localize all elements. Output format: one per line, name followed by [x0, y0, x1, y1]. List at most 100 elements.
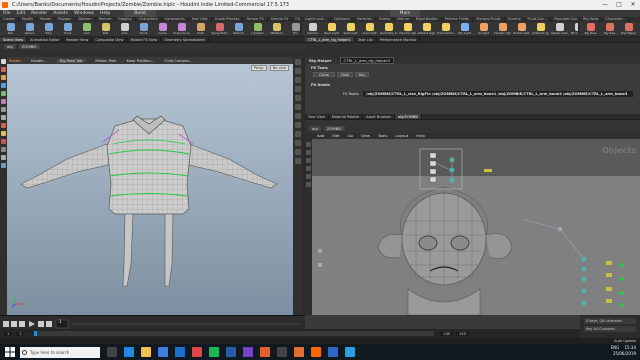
shelf-tool-l-system-button[interactable]: L-System: [249, 23, 266, 37]
vertex-display-icon[interactable]: [294, 122, 301, 128]
light-tool-icon[interactable]: [1, 131, 6, 136]
play-reverse-button[interactable]: [19, 321, 25, 327]
network-tab-1[interactable]: Material Palette: [329, 114, 364, 119]
shelf-right-tab-3[interactable]: Grains: [376, 17, 395, 22]
record-tool-icon[interactable]: [1, 139, 6, 144]
houdini-active-icon[interactable]: [311, 347, 321, 357]
shelf-left-tab-3[interactable]: Polygon: [55, 17, 76, 22]
shelf-right-tab-6[interactable]: Particle Fluids: [442, 17, 473, 22]
shelf-tool-circle-button[interactable]: Circle: [135, 23, 152, 37]
keep-position-toggle[interactable]: Keep Position...: [127, 59, 154, 63]
menu-windows[interactable]: Windows: [74, 10, 94, 17]
viewer-tab-4[interactable]: Motion FX View: [127, 37, 162, 42]
shelf-tool-volume-light-button[interactable]: Volume Light: [399, 23, 416, 37]
word-icon[interactable]: [226, 347, 236, 357]
shelf-right-tab-5[interactable]: Rigid Bodies: [413, 17, 442, 22]
shelf-right-tab-0[interactable]: Lights and...: [302, 17, 331, 22]
motion-path-toggle[interactable]: Motion Path: [95, 59, 116, 63]
shelf-tool-draw-curve-button[interactable]: Draw Curve: [173, 23, 190, 37]
key-button[interactable]: Key: [355, 72, 369, 77]
viewer-tab-1[interactable]: Animation Editor: [27, 37, 64, 42]
scene-viewport[interactable]: Persp No cam: [7, 64, 293, 315]
safe-area-icon[interactable]: [294, 140, 301, 146]
network-editor[interactable]: Objects: [312, 139, 640, 315]
net-select-icon[interactable]: [306, 142, 311, 147]
shelf-tool-rig-helper-button[interactable]: Rig Helper: [620, 23, 637, 37]
net-box-icon[interactable]: [306, 182, 311, 187]
shelf-left-tab-2[interactable]: Model: [37, 17, 55, 22]
rig-pose-tab-dropdown[interactable]: Rig Pose Tab: [56, 58, 86, 63]
shelf-tool-ambient-light-button[interactable]: Ambient Light: [532, 23, 549, 37]
shelf-tool-camera-button[interactable]: Camera: [304, 23, 321, 37]
store-icon[interactable]: [158, 347, 168, 357]
menu-help[interactable]: Help: [100, 10, 110, 17]
snap-tool-icon[interactable]: [1, 115, 6, 120]
menu-edit[interactable]: Edit: [17, 10, 26, 17]
mail-icon[interactable]: [175, 347, 185, 357]
rig-tab-0[interactable]: CTRL_L_arm_rig_helper1: [305, 37, 355, 42]
task-view-icon[interactable]: [107, 347, 117, 357]
handle-tool-icon[interactable]: [1, 91, 6, 96]
rig-tab-1[interactable]: Take List: [355, 37, 377, 42]
shelf-right-tab-2[interactable]: Particles: [354, 17, 376, 22]
media-player-icon[interactable]: [277, 347, 287, 357]
grid-icon[interactable]: [294, 131, 301, 137]
menu-assets[interactable]: Assets: [53, 10, 68, 17]
rotate-tool-icon[interactable]: [1, 75, 6, 80]
menu-file[interactable]: File: [3, 10, 11, 17]
viewer-tab-2[interactable]: Render View: [63, 37, 93, 42]
shelf-tool-spot-light-button[interactable]: Spot Light: [342, 23, 359, 37]
shelf-tool-rig-tree-button[interactable]: Rig Tree: [601, 23, 618, 37]
shelf-tool-portal-light-button[interactable]: Portal Light: [513, 23, 530, 37]
spotify-icon[interactable]: [209, 347, 219, 357]
shelf-tool-spray-paint-button[interactable]: Spray Paint: [211, 23, 228, 37]
point-display-icon[interactable]: [294, 104, 301, 110]
network-path-obj[interactable]: obj: [309, 126, 321, 131]
shelf-tool-point-light-button[interactable]: Point Light: [323, 23, 340, 37]
taskbar-search-box[interactable]: Type here to search: [20, 346, 100, 358]
wireframe-icon[interactable]: [294, 77, 301, 83]
fk-roots-field[interactable]: /obj/ZOMBIE/CTRL_L_clav_RigFin /obj/ZOMB…: [363, 91, 633, 97]
child-compensation-toggle[interactable]: Child Compen...: [164, 59, 193, 63]
chrome-icon[interactable]: [192, 347, 202, 357]
viewer-tab-5[interactable]: Geometry Spreadsheet: [161, 37, 209, 42]
shelf-tool-geometry-light-button[interactable]: Geometry Light: [380, 23, 397, 37]
snapshot-icon[interactable]: [294, 158, 301, 164]
shelf-tool-null-button[interactable]: Null: [97, 23, 114, 37]
shelf-left-tab-12[interactable]: Simple FX: [268, 17, 293, 22]
network-tab-2[interactable]: Asset Browser: [363, 114, 396, 119]
capture-tool-icon[interactable]: [1, 123, 6, 128]
net-note-icon[interactable]: [306, 174, 311, 179]
rig-tab-2[interactable]: Performance Monitor: [377, 37, 421, 42]
shelf-left-tab-7[interactable]: Characters: [136, 17, 162, 22]
shelf-left-tab-13[interactable]: Cloud FX: [292, 17, 300, 22]
visual-studio-icon[interactable]: [243, 347, 253, 357]
shaded-icon[interactable]: [294, 86, 301, 92]
viewer-tab-3[interactable]: Composite View: [92, 37, 128, 42]
shelf-left-tab-9[interactable]: Hair Utils: [189, 17, 212, 22]
scale-tool-icon[interactable]: [1, 83, 6, 88]
clone-button[interactable]: Clone: [313, 72, 335, 77]
shelf-left-tab-5[interactable]: Texture: [96, 17, 116, 22]
menu-render[interactable]: Render: [31, 10, 47, 17]
minimize-button[interactable]: —: [598, 0, 612, 10]
shelf-right-tab-8[interactable]: Oceans: [505, 17, 525, 22]
shelf-tool-curve-button[interactable]: Curve: [154, 23, 171, 37]
net-flag-icon[interactable]: [306, 158, 311, 163]
network-tab-0[interactable]: Tree View: [305, 114, 329, 119]
shelf-tool-file-button[interactable]: File: [287, 23, 300, 37]
shelf-tool-environment-light-button[interactable]: Environment Light: [437, 23, 454, 37]
shelf-tool-stereo-camera-button[interactable]: Stereo Camera: [551, 23, 568, 37]
first-frame-button[interactable]: [3, 321, 9, 327]
rig-helper-node-name[interactable]: CTRL_L_arm_rig_helper3: [339, 57, 394, 64]
shelf-tool-area-light-button[interactable]: Area Light: [361, 23, 378, 37]
shelf-tool-gi-light-button[interactable]: GI Light: [475, 23, 492, 37]
shelf-tool-sphere-button[interactable]: Sphere: [21, 23, 38, 37]
pose-tool-icon[interactable]: [1, 99, 6, 104]
shelf-right-tab-4[interactable]: Vellum: [394, 17, 414, 22]
shelf-left-tab-1[interactable]: Modify: [19, 17, 38, 22]
shelf-tool-vr-camera-button[interactable]: VR Camera: [570, 23, 578, 37]
magnet-tool-icon[interactable]: [1, 147, 6, 152]
shelf-right-tab-7[interactable]: Viscous Fluids: [473, 17, 505, 22]
persp-menu[interactable]: Persp: [250, 65, 267, 71]
